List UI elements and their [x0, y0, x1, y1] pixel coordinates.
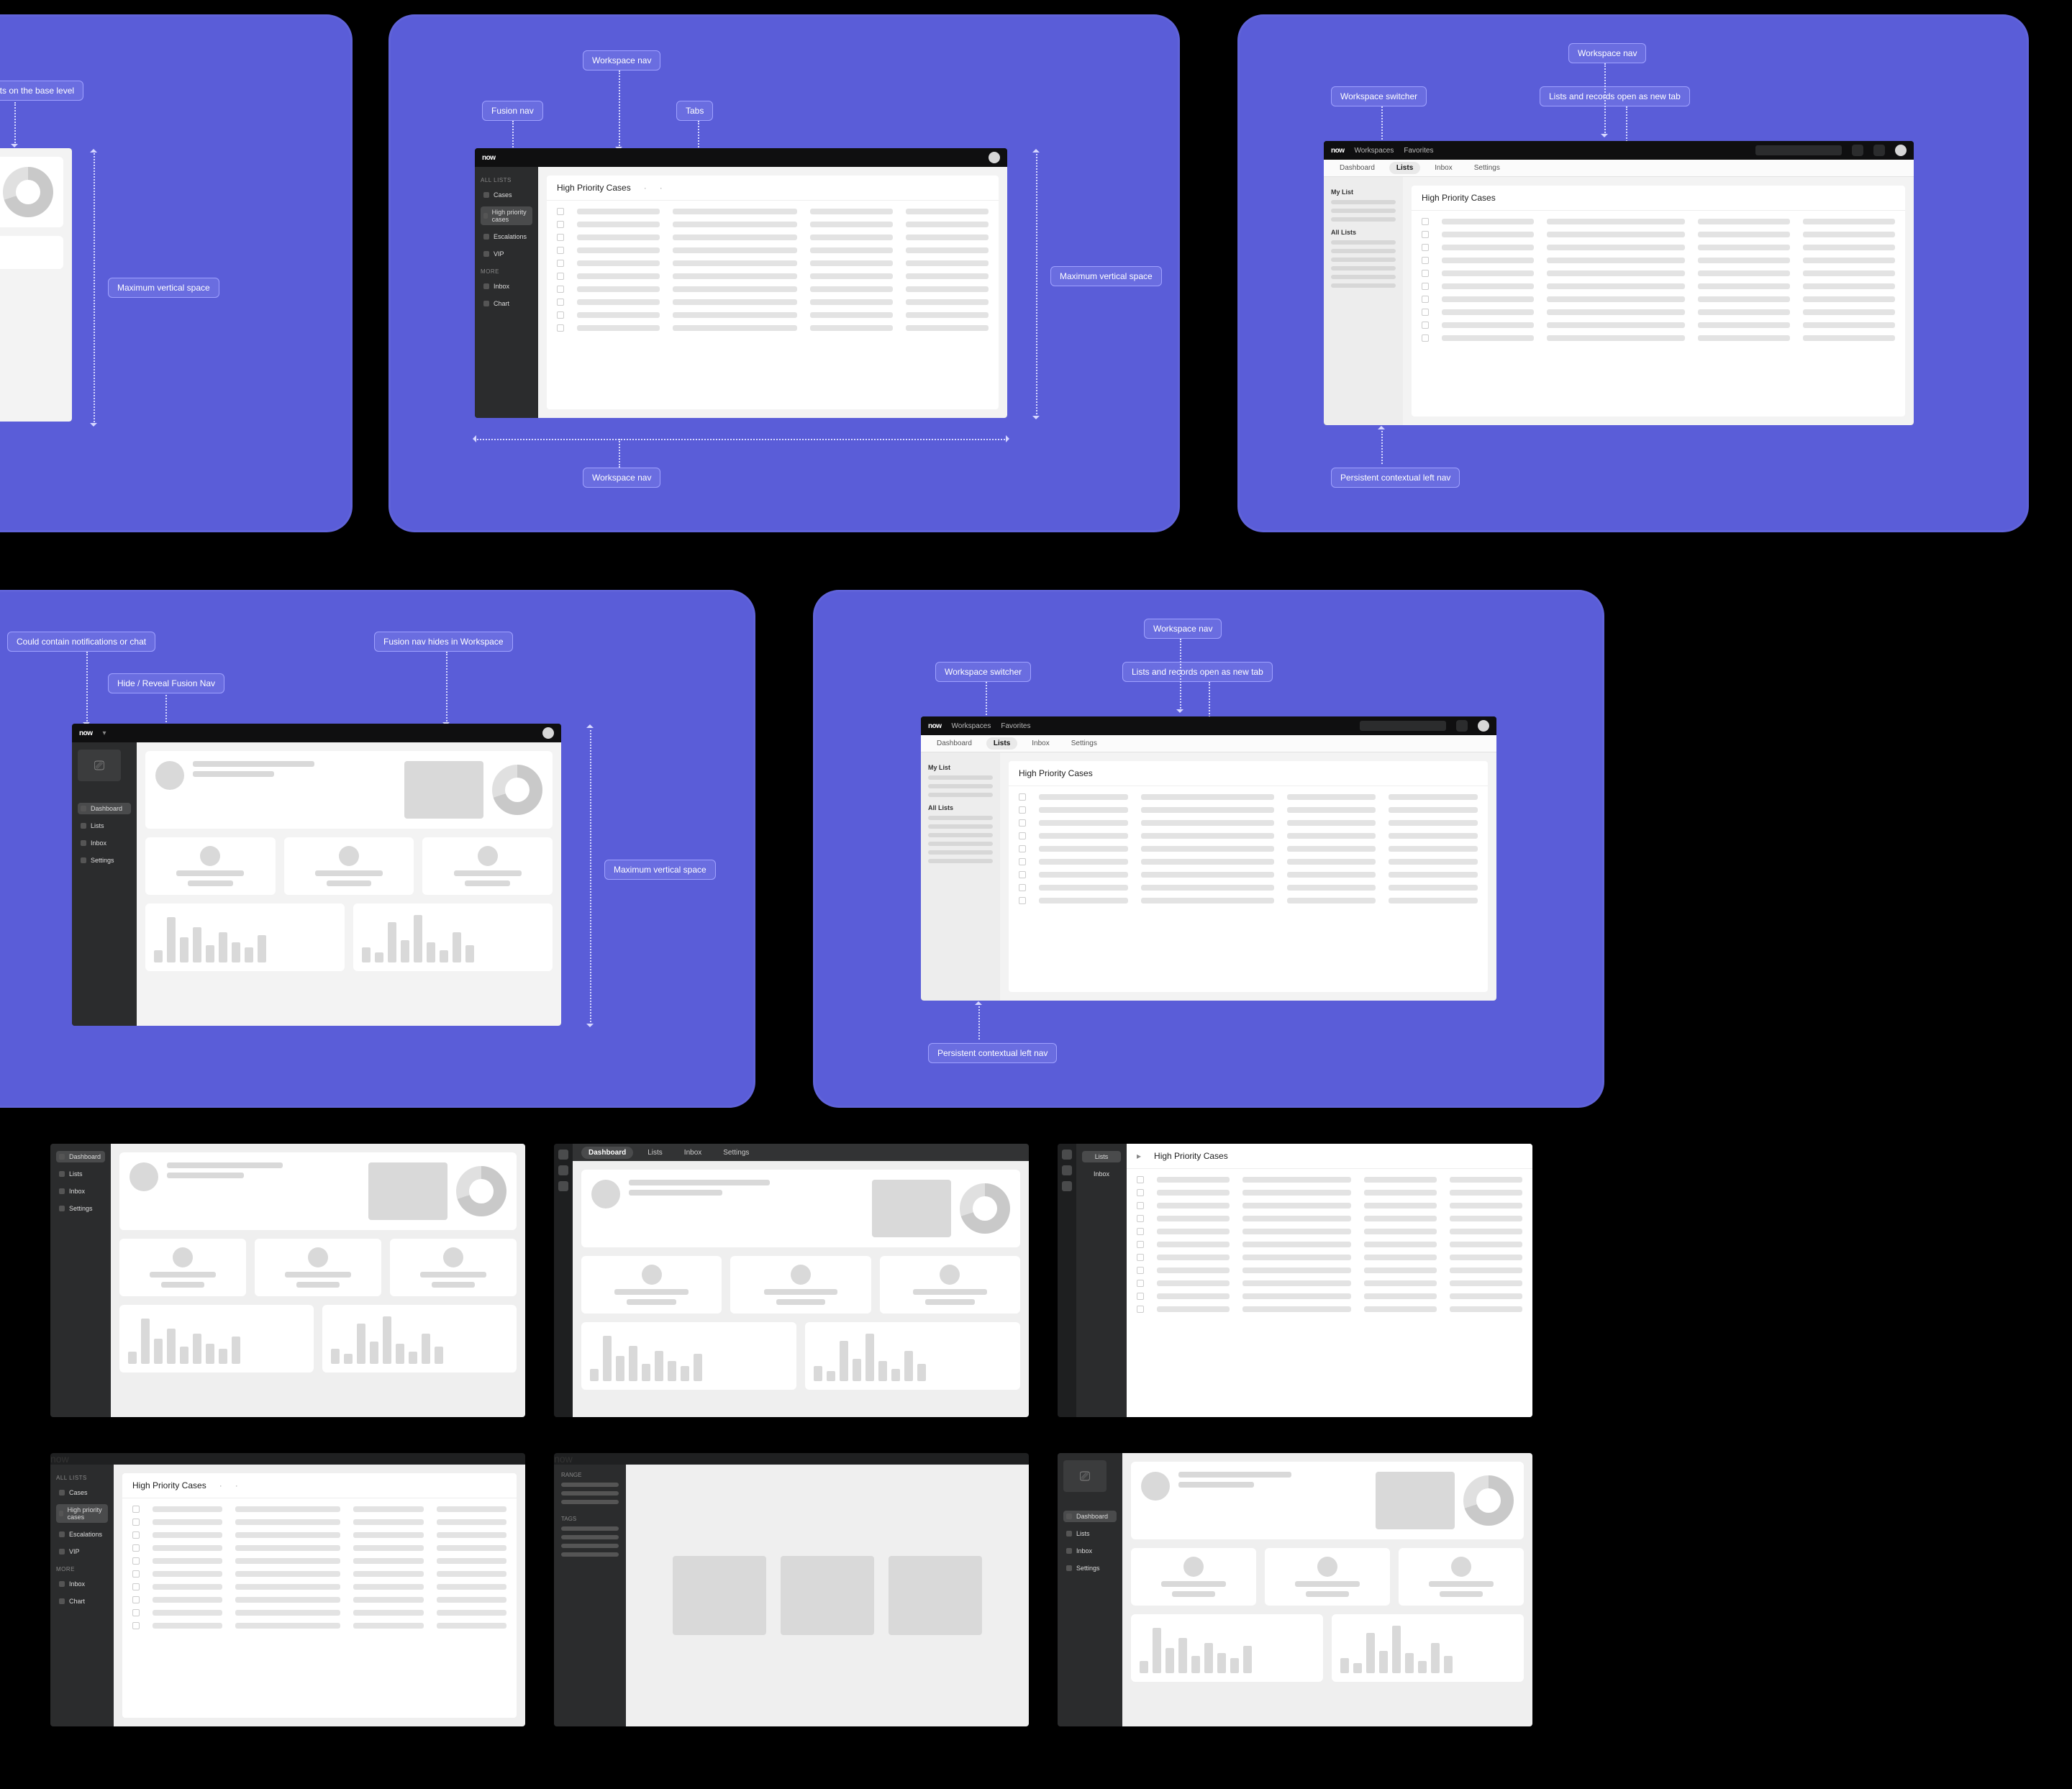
- cast-icon: ⎚: [1080, 1469, 1090, 1484]
- mini-rail[interactable]: [554, 1144, 573, 1417]
- help-icon[interactable]: [1852, 145, 1863, 156]
- cast-icon: ⎚: [94, 758, 104, 773]
- concept-card-2: Workspace nav Fusion nav Tabs now All Li…: [388, 14, 1180, 532]
- concept-card-5: Workspace nav Workspace switcher Lists a…: [813, 590, 1604, 1108]
- gear-icon[interactable]: [1456, 720, 1468, 732]
- thumb-dashboard-minirail: Dashboard Lists Inbox Settings: [554, 1144, 1029, 1417]
- tag-workspace-nav: Workspace nav: [583, 50, 660, 70]
- collapsed-fusion-nav[interactable]: ⎚ Dashboard Lists Inbox Settings: [72, 742, 137, 1026]
- table-row: [557, 299, 989, 306]
- tag-notif: Could contain notifications or chat: [7, 632, 155, 652]
- tag-max-vertical-2: Maximum vertical space: [1050, 266, 1162, 286]
- tile[interactable]: [781, 1556, 874, 1635]
- table-row: [557, 286, 989, 293]
- wsnav-lists[interactable]: Lists: [1389, 162, 1420, 174]
- topbar-workspaces[interactable]: Workspaces: [1355, 147, 1394, 155]
- gear-icon[interactable]: [1873, 145, 1885, 156]
- tile[interactable]: [889, 1556, 982, 1635]
- tag-fusion-nav: Fusion nav: [482, 101, 543, 121]
- brand-logo: now: [482, 154, 496, 162]
- fusion-left-nav[interactable]: All Lists Cases High priority cases Esca…: [475, 167, 538, 418]
- topbar-favorites[interactable]: Favorites: [1404, 147, 1433, 155]
- thumb-range-tiles: now Range Tags: [554, 1453, 1029, 1726]
- tag-workspace-nav-bottom: Workspace nav: [583, 468, 660, 488]
- wsnav-dashboard[interactable]: Dashboard: [1332, 162, 1382, 174]
- list-panel: High Priority Cases ··: [547, 176, 999, 409]
- thumb-collapsed-dashboard: ⎚ Dashboard Lists Inbox Settings: [1058, 1453, 1532, 1726]
- mock-fusion-list: now All Lists Cases High priority cases …: [475, 148, 1007, 418]
- tag-workspace-switcher-3: Workspace switcher: [1331, 86, 1427, 106]
- range-tags-panel[interactable]: Range Tags: [554, 1465, 626, 1726]
- thumb-list-twocol: Lists Inbox ▸High Priority Cases: [1058, 1144, 1532, 1417]
- list-title: High Priority Cases: [557, 183, 631, 193]
- tag-open-new-tab-3: Lists and records open as new tab: [1540, 86, 1690, 106]
- table-row: [557, 234, 989, 241]
- table-row: [557, 273, 989, 280]
- tag-workspace-nav-3: Workspace nav: [1568, 43, 1646, 63]
- tag-open-new-tab-5: Lists and records open as new tab: [1122, 662, 1273, 682]
- workspace-nav-strip[interactable]: Dashboard Lists Inbox Settings: [1324, 160, 1914, 177]
- avatar[interactable]: [989, 152, 1000, 163]
- thumb-dashboard-rail: Dashboard Lists Inbox Settings: [50, 1144, 525, 1417]
- tag-hide-reveal: Hide / Reveal Fusion Nav: [108, 673, 224, 693]
- mock-collapsed-nav-dashboard: now ▾ ⎚ Dashboard Lists Inbox Settings: [72, 724, 561, 1026]
- mock-workspace-list: now Workspaces Favorites Dashboard Lists…: [1324, 141, 1914, 425]
- tag-fusion-hides: Fusion nav hides in Workspace: [374, 632, 513, 652]
- table-row: [557, 247, 989, 254]
- table-row: [557, 260, 989, 267]
- brand-logo: now: [1331, 147, 1345, 155]
- tile[interactable]: [673, 1556, 766, 1635]
- wsnav-settings[interactable]: Settings: [1467, 162, 1507, 174]
- table-row: [557, 221, 989, 228]
- mock-dashboard-partial: [0, 148, 72, 422]
- tag-tabs: Tabs: [676, 101, 713, 121]
- tag-left-nav-5: Persistent contextual left nav: [928, 1043, 1057, 1063]
- tag-max-vertical-4: Maximum vertical space: [604, 860, 716, 880]
- tag-max-vertical-1: Maximum vertical space: [108, 278, 219, 298]
- concept-card-3: Workspace nav Workspace switcher Lists a…: [1237, 14, 2029, 532]
- thumb-fusion-list: now All Lists Cases High priority cases …: [50, 1453, 525, 1726]
- tag-workspace-nav-5: Workspace nav: [1144, 619, 1222, 639]
- donut-chart: [492, 765, 542, 815]
- table-row: [557, 208, 989, 215]
- contextual-left-nav[interactable]: My List All Lists: [1324, 177, 1403, 425]
- tag-left-nav-3: Persistent contextual left nav: [1331, 468, 1460, 488]
- tag-base-level: …xists on the base level: [0, 81, 83, 101]
- table-row: [557, 324, 989, 332]
- avatar[interactable]: [1895, 145, 1907, 156]
- search-input[interactable]: [1755, 145, 1842, 155]
- concept-card-4: Could contain notifications or chat Hide…: [0, 590, 755, 1108]
- mock-workspace-list-5: now Workspaces Favorites Dashboard Lists…: [921, 716, 1496, 1001]
- table-row: [557, 311, 989, 319]
- tag-workspace-switcher-5: Workspace switcher: [935, 662, 1031, 682]
- wsnav-inbox[interactable]: Inbox: [1427, 162, 1459, 174]
- concept-card-1: …xists on the base level: [0, 14, 353, 532]
- donut-chart: [3, 167, 53, 217]
